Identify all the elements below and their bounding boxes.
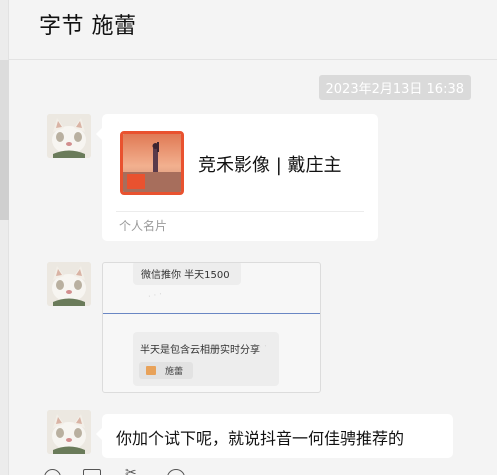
chat-history-icon[interactable] xyxy=(167,469,185,475)
input-toolbar: ✂ xyxy=(9,458,497,475)
screenshot-chip-label: 施蕾 xyxy=(165,367,184,377)
sender-avatar[interactable] xyxy=(47,262,91,306)
contact-card-photo xyxy=(120,131,184,195)
emoji-icon[interactable] xyxy=(44,469,61,475)
card-divider xyxy=(116,211,364,212)
screenshot-text: 微信推你 半天1500 xyxy=(141,270,230,281)
sender-avatar[interactable] xyxy=(47,114,91,158)
screenshot-divider xyxy=(103,313,320,314)
message-timestamp: 2023年2月13日 16:38 xyxy=(318,75,471,100)
screenshot-text: 半天是包含云相册实时分享 xyxy=(140,345,260,356)
chat-title: 字节 施蕾 xyxy=(39,14,137,39)
chat-header: 字节 施蕾 xyxy=(9,0,497,60)
message-text: 你加个试下呢，就说抖音一何佳骋推荐的 xyxy=(116,429,405,448)
contact-card[interactable]: 竞禾影像 | 戴庄主 个人名片 xyxy=(96,114,378,241)
text-message[interactable]: 你加个试下呢，就说抖音一何佳骋推荐的 xyxy=(96,414,453,458)
cat-avatar-icon xyxy=(47,262,91,306)
photo-image-icon xyxy=(123,134,181,192)
image-message[interactable]: 微信推你 半天1500 · · · 半天是包含云相册实时分享 · · · 施蕾 xyxy=(102,262,321,393)
quote-thumb-icon xyxy=(146,366,156,375)
scissors-icon[interactable]: ✂ xyxy=(125,465,137,475)
sender-avatar[interactable] xyxy=(47,410,91,454)
contact-card-type: 个人名片 xyxy=(119,219,168,233)
contact-card-name: 竞禾影像 | 戴庄主 xyxy=(198,155,342,176)
screenshot-watermark: · · · xyxy=(147,289,164,303)
scrollbar-thumb[interactable] xyxy=(0,140,9,220)
cat-avatar-icon xyxy=(47,114,91,158)
folder-icon[interactable] xyxy=(83,469,101,475)
cat-avatar-icon xyxy=(47,410,91,454)
left-scrollbar[interactable] xyxy=(0,0,9,475)
